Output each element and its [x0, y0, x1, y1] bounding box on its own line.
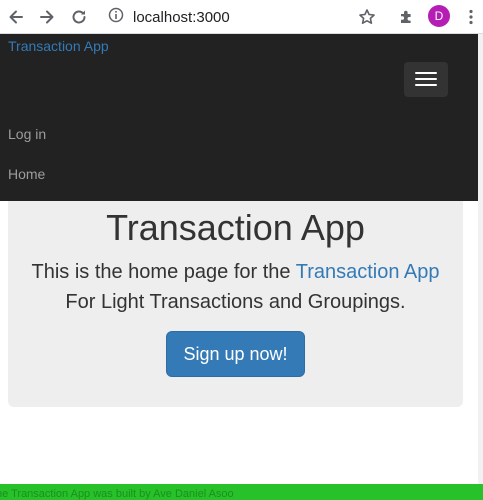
forward-arrow-icon[interactable] [35, 5, 59, 29]
back-arrow-icon[interactable] [4, 5, 28, 29]
footer-credit: he Transaction App was built by Ave Dani… [0, 488, 234, 500]
signup-button[interactable]: Sign up now! [166, 331, 305, 377]
navbar-brand[interactable]: Transaction App [8, 38, 109, 54]
extensions-puzzle-icon[interactable] [395, 5, 419, 29]
jumbotron: Transaction App This is the home page fo… [8, 201, 463, 407]
avatar[interactable]: D [428, 5, 450, 27]
lead-app-link[interactable]: Transaction App [296, 261, 440, 283]
hamburger-icon [415, 84, 437, 86]
info-icon[interactable] [108, 7, 124, 28]
navbar: Transaction App Log in Home [0, 34, 478, 201]
url-text[interactable]: localhost:3000 [133, 9, 230, 26]
scrollbar[interactable] [478, 34, 483, 500]
hamburger-icon [415, 72, 437, 74]
reload-icon[interactable] [67, 5, 91, 29]
lead-text: This is the home page for the Transactio… [22, 257, 449, 317]
address-bar[interactable]: localhost:3000 [108, 6, 230, 28]
browser-toolbar: localhost:3000 D [0, 0, 483, 34]
lead-text-start: This is the home page for the [31, 261, 296, 283]
star-icon[interactable] [355, 5, 379, 29]
footer: he Transaction App was built by Ave Dani… [0, 484, 483, 500]
lead-text-end: For Light Transactions and Groupings. [65, 291, 406, 313]
nav-link-home[interactable]: Home [8, 166, 45, 182]
nav-link-login[interactable]: Log in [8, 126, 46, 142]
navbar-toggle-button[interactable] [404, 62, 448, 97]
page-title: Transaction App [106, 207, 365, 248]
hamburger-icon [415, 78, 437, 80]
kebab-menu-icon[interactable] [459, 5, 483, 29]
